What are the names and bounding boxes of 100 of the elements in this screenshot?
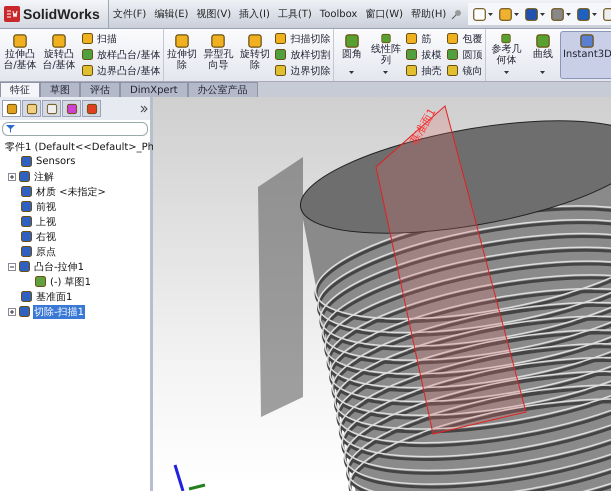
filter-icon (6, 125, 15, 133)
tree-item[interactable]: 前视 (35, 200, 57, 214)
feature-icon (405, 32, 418, 45)
tree-node-icon (20, 290, 33, 303)
plus-icon (9, 174, 15, 180)
ribbon-button[interactable]: 扫描 (79, 31, 162, 46)
toolbar-button[interactable] (549, 6, 572, 22)
feature-icon (210, 33, 226, 49)
caret-icon (566, 12, 572, 16)
panel-tab[interactable] (82, 100, 101, 117)
logo-icon (4, 6, 20, 22)
ribbon-button[interactable]: 筋 (403, 31, 444, 46)
tree-item[interactable]: Sensors (35, 156, 76, 167)
ribbon-button[interactable]: 旋转凸台/基体 (40, 31, 78, 79)
menu-item[interactable]: Toolbox (316, 8, 362, 20)
tree-item[interactable]: 上视 (35, 214, 57, 228)
ribbon-button[interactable]: 拉伸切除 (165, 31, 198, 79)
chevron-icon (140, 104, 148, 112)
tree-node-icon (18, 170, 31, 183)
toolbar-button[interactable] (575, 6, 598, 22)
feature-icon (81, 64, 94, 77)
tree-item[interactable]: (-) 草图1 (49, 274, 92, 288)
tree-item[interactable]: 材质 <未指定> (35, 184, 107, 198)
feature-icon (81, 32, 94, 45)
feature-icon (174, 33, 190, 49)
ribbon-button[interactable]: 曲线 (526, 31, 560, 79)
panel-tab[interactable] (22, 100, 41, 117)
menu-item[interactable]: 窗口(W) (361, 7, 407, 21)
feature-icon (534, 33, 551, 49)
ribbon-button[interactable]: 旋转切除 (238, 31, 272, 79)
ribbon-button[interactable]: Instant3D (560, 31, 611, 79)
feature-icon (446, 64, 460, 77)
ribbon-button[interactable]: 放样凸台/基体 (79, 47, 162, 62)
menu-item[interactable]: 文件(F) (108, 7, 150, 21)
tree-node-icon (20, 245, 33, 258)
tree-node-icon (18, 260, 31, 273)
feature-icon (579, 33, 596, 49)
panel-tab[interactable] (62, 100, 81, 117)
caret-icon (514, 12, 520, 16)
menu-item[interactable]: 帮助(H) (407, 7, 450, 21)
tree-node-icon (20, 185, 33, 198)
tree-item[interactable]: 切除-扫描1 (33, 304, 85, 318)
feature-icon (344, 33, 360, 49)
ribbon-button[interactable]: 圆顶 (444, 47, 484, 62)
tree-node-icon (18, 305, 31, 318)
ribbon-button[interactable]: 边界凸台/基体 (79, 63, 162, 78)
menu-item[interactable]: 插入(I) (235, 7, 274, 21)
menu-item[interactable]: 工具(T) (274, 7, 316, 21)
feature-icon (81, 48, 94, 61)
tree-item[interactable]: 原点 (35, 244, 57, 258)
command-tab[interactable]: 办公室产品 (188, 82, 258, 97)
command-tab[interactable]: 特征 (0, 82, 40, 97)
ribbon-button[interactable]: 边界切除 (272, 63, 332, 78)
feature-icon (274, 48, 288, 61)
menu-item[interactable]: 视图(V) (192, 7, 236, 21)
menu-item[interactable]: 编辑(E) (150, 7, 192, 21)
ribbon-button[interactable]: 包覆 (444, 31, 484, 46)
caret-icon (504, 71, 509, 74)
feature-icon (405, 64, 418, 77)
tree-item[interactable]: 注解 (33, 170, 55, 184)
tree-item[interactable]: 右视 (35, 230, 57, 244)
caret-icon (488, 12, 494, 16)
filter-field[interactable] (2, 122, 148, 136)
caret-icon (592, 12, 598, 16)
ribbon-button[interactable]: 异型孔向导 (199, 31, 238, 79)
panel-icon (66, 102, 78, 114)
toolbar-button[interactable] (471, 6, 494, 22)
tree-node-icon (34, 275, 47, 288)
panel-tab[interactable] (42, 100, 61, 117)
ribbon-button[interactable]: 镜向 (444, 63, 484, 78)
feature-icon (446, 32, 460, 45)
app-name: SolidWorks (23, 6, 100, 22)
ribbon-button[interactable]: 拉伸凸台/基体 (1, 31, 39, 79)
ribbon-button[interactable]: 参考几何体 (487, 31, 526, 79)
command-tab[interactable]: 评估 (80, 82, 120, 97)
ribbon-button[interactable]: 圆角 (335, 31, 368, 79)
ribbon-button[interactable]: 放样切割 (272, 47, 332, 62)
caret-icon (349, 71, 354, 74)
tree-item[interactable]: 凸台-拉伸1 (33, 260, 85, 274)
ribbon-button[interactable]: 拔模 (403, 47, 444, 62)
ribbon-button[interactable]: 线性阵列 (369, 31, 402, 79)
tree-node-icon (20, 230, 33, 243)
expand-toggle[interactable] (8, 172, 16, 180)
panel-tab[interactable] (2, 100, 21, 117)
command-tab[interactable]: DimXpert (120, 82, 188, 97)
expand-toggle[interactable] (8, 308, 16, 316)
feature-icon (446, 48, 460, 61)
collapse-toggle[interactable] (8, 262, 16, 270)
panel-icon (6, 102, 18, 114)
feature-icon (51, 33, 67, 49)
ribbon-button[interactable]: 扫描切除 (272, 31, 332, 46)
tree-item[interactable]: 零件1 (Default<<Default>_Ph (4, 140, 156, 154)
feature-icon (274, 64, 288, 77)
tree-node-icon (20, 215, 33, 228)
plane-label: 基准面1 (406, 105, 440, 148)
toolbar-button[interactable] (497, 6, 520, 22)
tree-item[interactable]: 基准面1 (35, 290, 74, 304)
toolbar-button[interactable] (523, 6, 546, 22)
command-tab[interactable]: 草图 (40, 82, 80, 97)
ribbon-button[interactable]: 抽壳 (403, 63, 444, 78)
